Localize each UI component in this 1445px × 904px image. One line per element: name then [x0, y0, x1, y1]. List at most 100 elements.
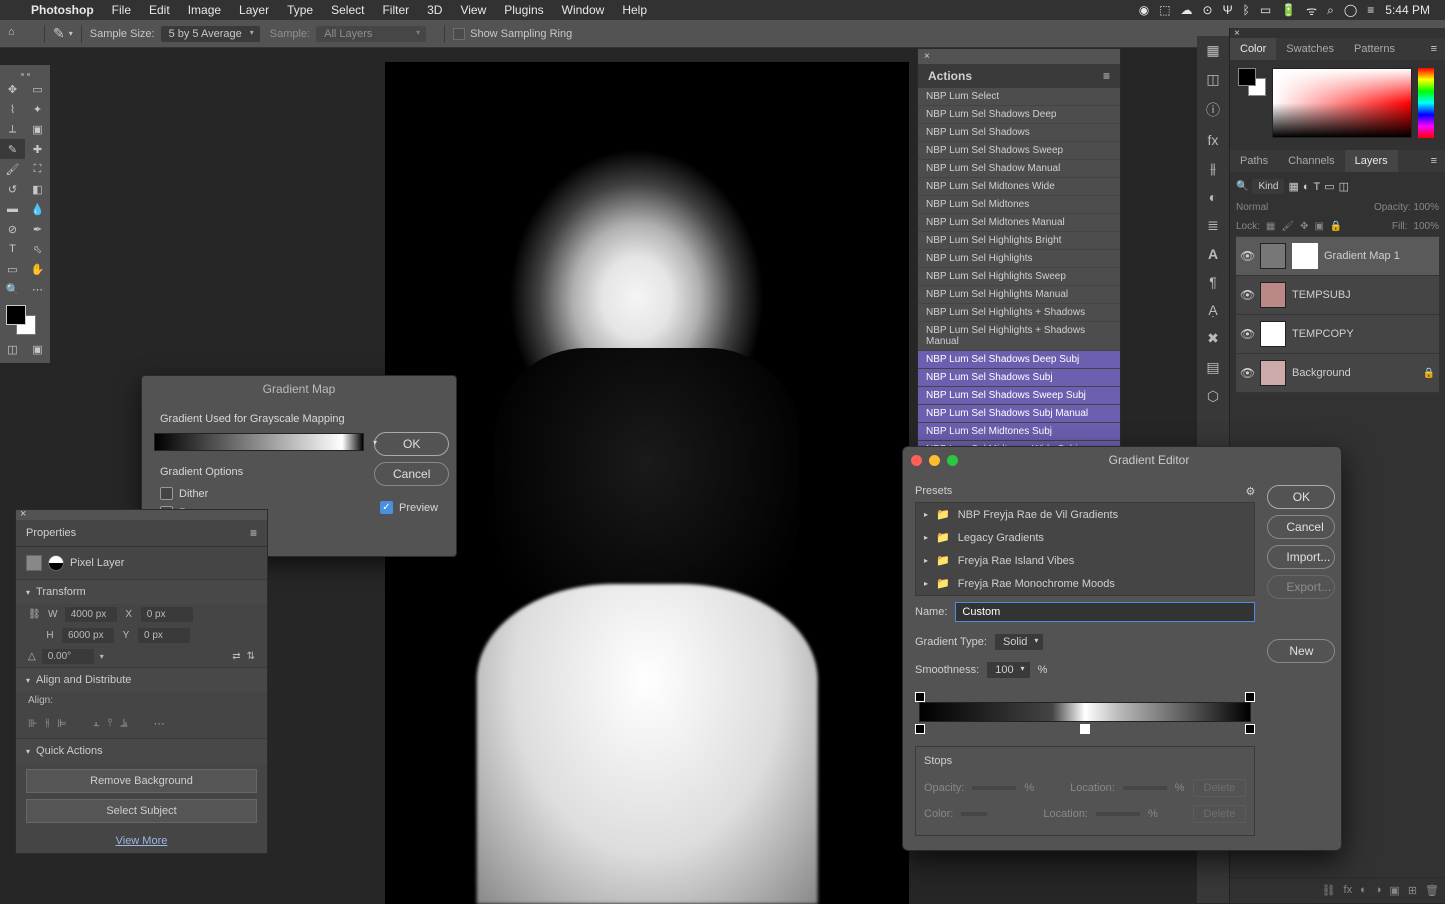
eyedropper-tool-icon[interactable]: ✎ [53, 25, 65, 42]
display-icon[interactable]: ▭ [1255, 3, 1276, 17]
action-item[interactable]: NBP Lum Sel Shadow Manual [918, 160, 1120, 178]
filter-adjustment-icon[interactable]: ◐ [1303, 181, 1310, 193]
panel-menu-icon[interactable]: ≡ [250, 526, 257, 540]
close-icon[interactable]: × [1234, 28, 1240, 39]
window-zoom-button[interactable] [947, 455, 958, 466]
align-top-icon[interactable]: ⫠ [93, 717, 100, 730]
layers-tab[interactable]: Layers [1345, 150, 1398, 172]
cloud-icon[interactable]: ☁ [1176, 3, 1198, 17]
trash-icon[interactable]: 🗑 [1425, 884, 1439, 897]
gear-icon[interactable]: ⚙ [1246, 485, 1256, 498]
screen-mode-toggle[interactable]: ▣ [25, 339, 50, 359]
opacity-stop[interactable] [915, 692, 925, 702]
action-item[interactable]: NBP Lum Sel Shadows [918, 124, 1120, 142]
user-icon[interactable]: ◯ [1339, 3, 1362, 17]
preview-checkbox[interactable] [380, 501, 393, 514]
action-item[interactable]: NBP Lum Sel Highlights Sweep [918, 268, 1120, 286]
width-field[interactable]: 4000 px [65, 607, 117, 622]
status-icon[interactable]: ◉ [1134, 3, 1154, 17]
quick-mask-toggle[interactable]: ◫ [0, 339, 25, 359]
layer-row[interactable]: 👁Background🔒 [1236, 354, 1439, 393]
layer-thumbnail[interactable] [1260, 282, 1286, 308]
smoothness-field[interactable]: 100 [987, 662, 1029, 678]
panel-menu-icon[interactable]: ≡ [1423, 38, 1445, 60]
menu-plugins[interactable]: Plugins [495, 3, 552, 17]
actions-tab[interactable]: Actions [928, 69, 972, 83]
layer-name[interactable]: Gradient Map 1 [1324, 250, 1400, 262]
filter-kind[interactable]: Kind [1252, 179, 1284, 194]
lasso-tool[interactable]: ⌇ [0, 99, 25, 119]
align-center-h-icon[interactable]: ⫲ [46, 717, 50, 730]
color-stop[interactable] [915, 724, 925, 734]
panel-menu-icon[interactable]: ≡ [1103, 69, 1110, 83]
window-close-button[interactable] [911, 455, 922, 466]
link-icon[interactable]: ⛓ [28, 609, 41, 620]
home-icon[interactable]: ⌂ [8, 26, 24, 42]
group-icon[interactable]: ▣ [1389, 884, 1399, 897]
menubar-clock[interactable]: 5:44 PM [1379, 3, 1435, 17]
more-icon[interactable]: ⋯ [154, 717, 165, 730]
lock-transparency-icon[interactable]: ▦ [1266, 221, 1275, 232]
layer-name[interactable]: TEMPCOPY [1292, 328, 1354, 340]
patterns-tab[interactable]: Patterns [1344, 38, 1405, 60]
action-item[interactable]: NBP Lum Sel Highlights Bright [918, 232, 1120, 250]
blur-tool[interactable]: 💧 [25, 199, 50, 219]
status-icon[interactable]: ⊙ [1198, 3, 1218, 17]
color-swatches[interactable] [1238, 68, 1266, 104]
hand-tool[interactable]: ✋ [25, 259, 50, 279]
sample-size-select[interactable]: 5 by 5 Average [161, 26, 260, 42]
dock-icon[interactable]: fx [1208, 132, 1219, 148]
close-icon[interactable]: × [20, 508, 26, 520]
view-more-link[interactable]: View More [16, 829, 267, 853]
action-item[interactable]: NBP Lum Sel Highlights + Shadows Manual [918, 322, 1120, 351]
align-left-icon[interactable]: ⊪ [28, 717, 38, 730]
y-field[interactable]: 0 px [138, 628, 190, 643]
lock-all-icon[interactable]: 🔒 [1330, 221, 1342, 232]
lock-pixels-icon[interactable]: 🖌 [1281, 221, 1294, 232]
color-stop[interactable] [1245, 724, 1255, 734]
layer-name[interactable]: TEMPSUBJ [1292, 289, 1351, 301]
visibility-icon[interactable]: 👁 [1240, 288, 1254, 302]
action-item[interactable]: NBP Lum Sel Shadows Deep [918, 106, 1120, 124]
menu-window[interactable]: Window [553, 3, 614, 17]
wifi-icon[interactable]: ᯤ [1301, 2, 1322, 19]
gradient-type-select[interactable]: Solid [995, 634, 1043, 650]
gradient-tool[interactable]: ▬ [0, 199, 25, 219]
align-bottom-icon[interactable]: ⫡ [120, 717, 127, 730]
layer-name[interactable]: Background [1292, 367, 1351, 379]
spotlight-icon[interactable]: ⌕ [1322, 3, 1339, 18]
dither-checkbox[interactable] [160, 487, 173, 500]
brush-tool[interactable]: 🖌 [0, 159, 25, 179]
layer-row[interactable]: 👁TEMPCOPY [1236, 315, 1439, 354]
menu-filter[interactable]: Filter [373, 3, 418, 17]
opacity-stop[interactable] [1245, 692, 1255, 702]
status-icon[interactable]: Ψ [1218, 3, 1238, 17]
align-right-icon[interactable]: ⊫ [57, 717, 67, 730]
history-brush-tool[interactable]: ↺ [0, 179, 25, 199]
color-stop[interactable] [1080, 724, 1090, 734]
gradient-name-input[interactable] [955, 602, 1255, 622]
battery-icon[interactable]: 🔋 [1276, 3, 1301, 17]
crop-tool[interactable]: ⟂ [0, 119, 25, 139]
action-item[interactable]: NBP Lum Sel Midtones Wide [918, 178, 1120, 196]
lock-position-icon[interactable]: ✥ [1300, 221, 1308, 232]
document-canvas[interactable] [385, 62, 909, 904]
action-item[interactable]: NBP Lum Sel Midtones Subj [918, 423, 1120, 441]
stamp-tool[interactable]: ⛶ [25, 159, 50, 179]
swatches-tab[interactable]: Swatches [1276, 38, 1344, 60]
action-item[interactable]: NBP Lum Sel Highlights + Shadows [918, 304, 1120, 322]
type-tool[interactable]: T [0, 239, 25, 259]
layer-thumbnail[interactable] [1260, 360, 1286, 386]
pen-tool[interactable]: ✒ [25, 219, 50, 239]
x-field[interactable]: 0 px [141, 607, 193, 622]
flip-v-icon[interactable]: ⇅ [247, 651, 255, 662]
filter-smart-icon[interactable]: ◫ [1339, 180, 1349, 193]
filter-shape-icon[interactable]: ▭ [1324, 180, 1334, 193]
move-tool[interactable]: ✥ [0, 79, 25, 99]
close-icon[interactable]: × [918, 49, 1120, 64]
eyedropper-tool[interactable]: ✎ [0, 139, 25, 159]
dock-icon[interactable]: ≣ [1207, 217, 1219, 234]
align-center-v-icon[interactable]: ⫯ [107, 717, 112, 730]
angle-field[interactable]: 0.00° [42, 649, 94, 664]
flip-h-icon[interactable]: ⇄ [232, 651, 240, 662]
